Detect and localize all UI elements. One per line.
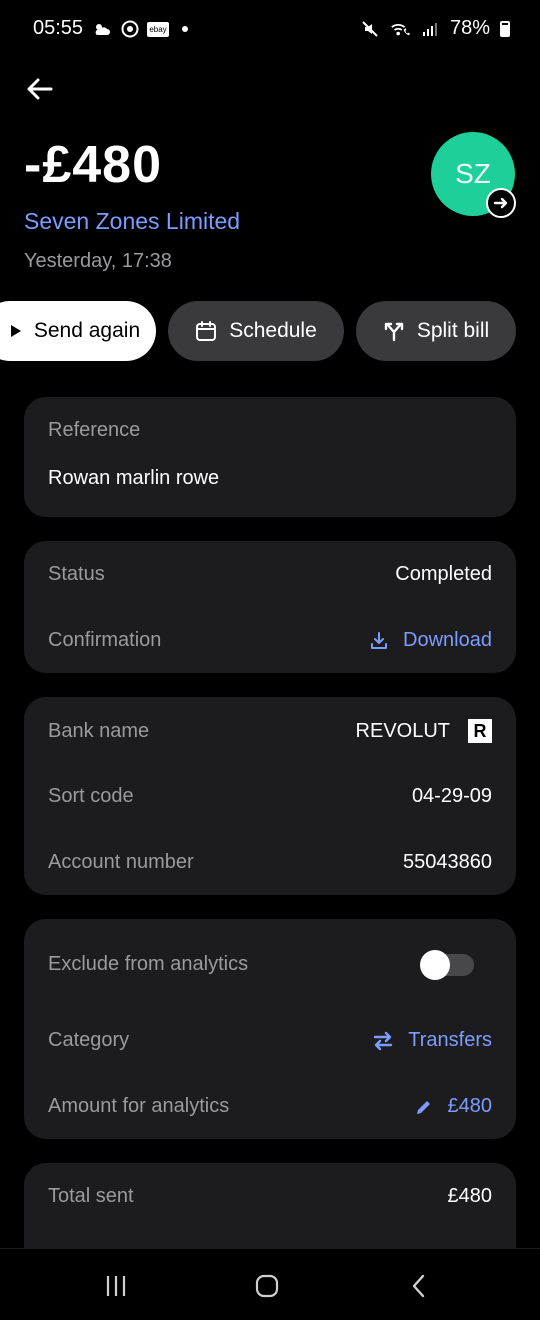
status-value: Completed — [395, 563, 492, 585]
weather-icon — [92, 19, 112, 39]
mute-icon — [360, 19, 380, 39]
sort-code-row: Sort code 04-29-09 — [48, 785, 492, 808]
analytics-amount-label: Amount for analytics — [48, 1095, 230, 1117]
chrome-icon — [120, 19, 140, 39]
account-number-label: Account number — [48, 851, 194, 873]
sort-code-label: Sort code — [48, 785, 134, 807]
reference-card: Reference Rowan marlin rowe — [24, 397, 516, 517]
calendar-icon — [196, 321, 217, 341]
status-label: Status — [48, 563, 105, 585]
dot-icon — [182, 26, 188, 32]
analytics-amount-value: £480 — [447, 1095, 493, 1117]
confirmation-label: Confirmation — [48, 629, 162, 651]
reference-label: Reference — [48, 419, 141, 441]
exclude-analytics-toggle[interactable] — [420, 949, 474, 980]
battery-icon — [500, 20, 510, 37]
analytics-card: Exclude from analytics Category Transfer… — [24, 919, 516, 1139]
home-icon — [255, 1274, 279, 1298]
exclude-analytics-row: Exclude from analytics — [48, 949, 492, 980]
home-button[interactable] — [247, 1269, 287, 1303]
merchant-name[interactable]: Seven Zones Limited — [24, 208, 240, 235]
signal-icon — [420, 19, 440, 39]
recent-apps-button[interactable] — [96, 1269, 136, 1303]
total-sent-label: Total sent — [48, 1185, 134, 1207]
status-time: 05:55 — [33, 17, 84, 39]
download-link[interactable]: Download — [369, 629, 492, 652]
total-sent-value: £480 — [447, 1185, 493, 1207]
transaction-amount: -£480 — [24, 136, 162, 194]
category-value: Transfers — [408, 1029, 492, 1051]
system-icons: 78% — [360, 17, 510, 40]
analytics-amount-link[interactable]: £480 — [414, 1095, 493, 1118]
nav-back-button[interactable] — [399, 1269, 439, 1303]
download-label: Download — [403, 629, 492, 651]
schedule-button[interactable]: Schedule — [168, 301, 344, 361]
bank-name-label: Bank name — [48, 719, 150, 742]
split-bill-label: Split bill — [416, 319, 490, 342]
wifi-call-icon — [390, 19, 410, 39]
arrow-right-icon — [493, 197, 508, 209]
avatar-initials: SZ — [455, 158, 491, 189]
battery-percent: 78% — [449, 17, 490, 39]
exclude-analytics-label: Exclude from analytics — [48, 953, 249, 975]
bank-name-value: REVOLUT — [355, 719, 450, 742]
toggle-knob — [420, 949, 450, 980]
schedule-label: Schedule — [229, 319, 317, 342]
transaction-datetime: Yesterday, 17:38 — [24, 250, 172, 272]
status-card: Status Completed Confirmation Download — [24, 541, 516, 673]
play-arrow-icon — [10, 325, 21, 337]
chevron-left-icon — [412, 1274, 425, 1298]
account-number-row: Account number 55043860 — [48, 851, 492, 874]
back-button[interactable] — [22, 72, 56, 106]
total-sent-row: Total sent £480 — [48, 1185, 492, 1208]
bank-name-row: Bank name REVOLUT R — [48, 719, 492, 743]
send-again-label: Send again — [33, 319, 141, 342]
notification-icons: ebay — [92, 19, 188, 39]
avatar-arrow-badge[interactable] — [486, 188, 516, 218]
pencil-icon — [416, 1100, 430, 1114]
download-icon — [371, 631, 388, 649]
account-number-value[interactable]: 55043860 — [403, 851, 492, 874]
status-bar: 05:55 ebay 78% — [0, 0, 540, 60]
split-icon — [384, 322, 404, 342]
transfer-arrows-icon — [374, 1031, 393, 1050]
recent-apps-icon — [106, 1276, 126, 1296]
category-label: Category — [48, 1029, 130, 1051]
ebay-icon: ebay — [147, 19, 169, 39]
category-link[interactable]: Transfers — [372, 1029, 492, 1052]
sort-code-value[interactable]: 04-29-09 — [412, 785, 492, 808]
reference-value: Rowan marlin rowe — [48, 467, 220, 489]
system-nav-bar — [0, 1248, 540, 1320]
bank-details-card: Bank name REVOLUT R Sort code 04-29-09 A… — [24, 697, 516, 895]
revolut-logo-icon: R — [468, 719, 492, 743]
category-row: Category Transfers — [48, 1029, 492, 1052]
analytics-amount-row: Amount for analytics £480 — [48, 1095, 492, 1118]
status-row: Status Completed — [48, 563, 492, 586]
arrow-left-icon — [27, 78, 53, 100]
confirmation-row: Confirmation Download — [48, 629, 492, 652]
send-again-button[interactable]: Send again — [0, 301, 156, 361]
split-bill-button[interactable]: Split bill — [356, 301, 516, 361]
